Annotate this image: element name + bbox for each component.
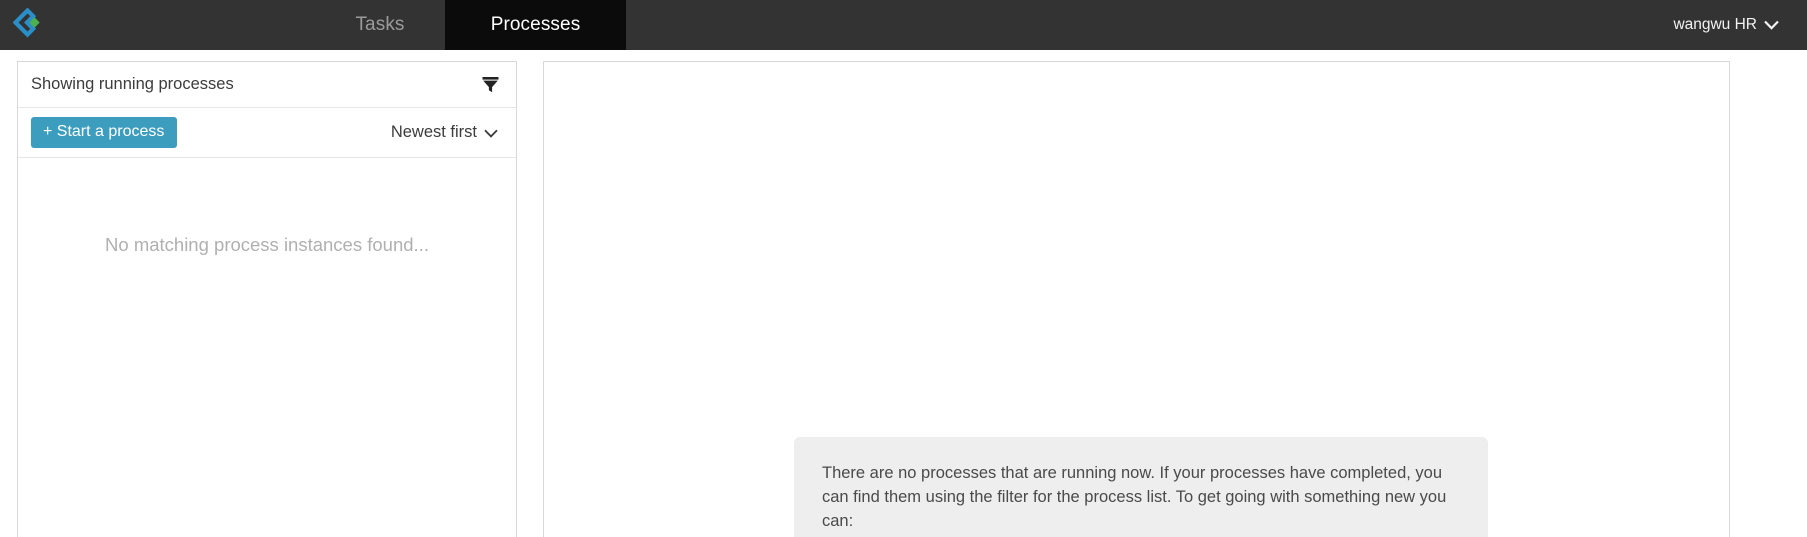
tab-tasks[interactable]: Tasks: [315, 0, 445, 50]
chevron-down-icon: [1764, 20, 1779, 32]
process-list-panel: Showing running processes + Start a proc…: [17, 61, 517, 537]
user-name-label: wangwu HR: [1673, 16, 1757, 33]
filter-funnel-icon[interactable]: [479, 74, 501, 96]
start-a-process-button[interactable]: + Start a process: [31, 116, 178, 149]
process-list-actions: + Start a process Newest first: [18, 108, 516, 158]
user-menu[interactable]: wangwu HR: [1663, 0, 1807, 50]
process-list-header-title: Showing running processes: [31, 75, 234, 93]
activiti-diamond-logo-icon: [13, 8, 47, 42]
top-navigation-bar: Tasks Processes wangwu HR: [0, 0, 1807, 61]
tab-processes[interactable]: Processes: [445, 0, 626, 61]
sort-order-dropdown[interactable]: Newest first: [391, 123, 498, 142]
chevron-down-icon: [484, 126, 498, 141]
tab-processes-label: Processes: [490, 14, 581, 35]
process-list-empty-message: No matching process instances found...: [105, 234, 429, 255]
main-tabs: Tasks Processes: [315, 0, 626, 61]
workspace: Showing running processes + Start a proc…: [0, 50, 1807, 537]
process-details-panel: There are no processes that are running …: [543, 61, 1730, 537]
app-logo[interactable]: [0, 0, 60, 50]
no-processes-info-text: There are no processes that are running …: [822, 464, 1447, 530]
process-list-header: Showing running processes: [18, 62, 516, 108]
no-processes-info-card: There are no processes that are running …: [794, 437, 1488, 537]
tab-tasks-label: Tasks: [355, 14, 405, 35]
sort-order-label: Newest first: [390, 123, 477, 141]
